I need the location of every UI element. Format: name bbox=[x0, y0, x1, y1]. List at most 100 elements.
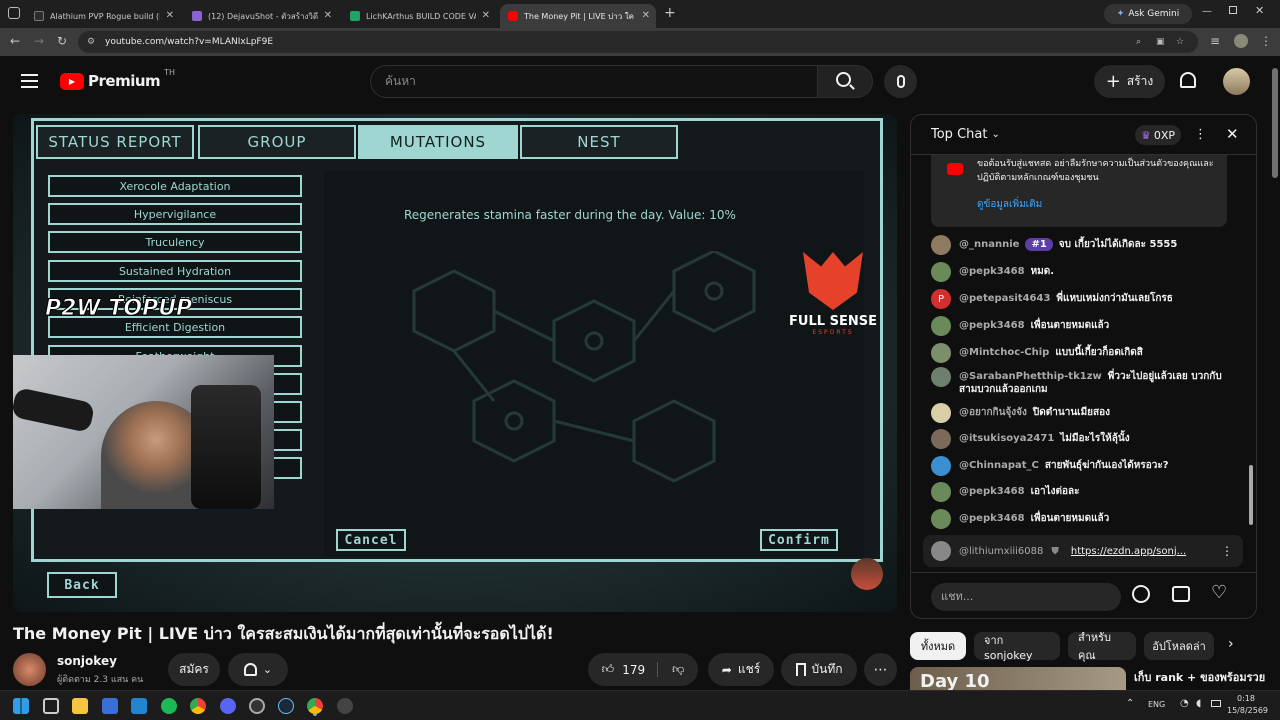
chat-avatar[interactable] bbox=[931, 367, 951, 387]
browser-tab-active[interactable]: The Money Pit | LIVE บ่าว ใครสะสม ✕ bbox=[500, 4, 656, 28]
obs-icon[interactable] bbox=[249, 698, 265, 714]
chat-avatar[interactable] bbox=[931, 262, 951, 282]
chat-message[interactable]: @pepk3468 เอาไงต่อละ bbox=[931, 482, 1231, 502]
tab-mutations[interactable]: MUTATIONS bbox=[358, 125, 518, 159]
heart-icon[interactable]: ♡ bbox=[1211, 582, 1227, 603]
youtube-logo[interactable]: ▶ Premium TH bbox=[60, 68, 175, 90]
chat-author[interactable]: @Chinnapat_C bbox=[959, 460, 1039, 471]
steam-icon[interactable] bbox=[278, 698, 294, 714]
chat-message[interactable]: P @petepasit4643 พี่แหบเหม่งกว่ามันเลยโกรธ bbox=[931, 289, 1231, 309]
reload-icon[interactable]: ↻ bbox=[57, 34, 67, 48]
zoom-icon[interactable]: ⌕ bbox=[1136, 31, 1141, 53]
chat-input[interactable]: แชท... bbox=[931, 583, 1121, 611]
chat-message[interactable]: @SarabanPhetthip-tk1zw พี่ววะไปอยู่แล้วเล… bbox=[931, 367, 1231, 396]
chat-message[interactable]: @อยากกินจุ้งจัง ปิดตำนานเมียสอง bbox=[931, 403, 1231, 423]
chrome-menu-icon[interactable]: ⋮ bbox=[1260, 34, 1272, 48]
chat-message[interactable]: @Chinnapat_C สายพันธุ์ฆ่ากันเองได้หรอวะ? bbox=[931, 456, 1231, 476]
url-field[interactable]: ⚙ youtube.com/watch?v=MLANIxLpF9E ⌕ ▣ ☆ bbox=[78, 31, 1198, 53]
emoji-icon[interactable] bbox=[1132, 585, 1150, 603]
chat-author[interactable]: @SarabanPhetthip-tk1zw bbox=[959, 371, 1102, 382]
cancel-button[interactable]: Cancel bbox=[336, 529, 406, 551]
chat-message[interactable]: @pepk3468 เพื่อนตายหมดแล้ว bbox=[931, 316, 1231, 336]
chat-more-icon[interactable]: ⋮ bbox=[1194, 127, 1207, 142]
bookmark-star-icon[interactable]: ☆ bbox=[1176, 31, 1184, 53]
channel-avatar[interactable] bbox=[13, 653, 46, 686]
share-button[interactable]: ➦ แชร์ bbox=[708, 653, 774, 686]
channel-name[interactable]: sonjokey bbox=[57, 654, 117, 668]
file-explorer-icon[interactable] bbox=[72, 698, 88, 714]
save-button[interactable]: บันทึก bbox=[781, 653, 857, 686]
reading-list-icon[interactable]: ≡ bbox=[1210, 34, 1220, 48]
chat-avatar[interactable] bbox=[931, 429, 951, 449]
page-scrollbar[interactable] bbox=[1270, 56, 1280, 690]
chat-avatar[interactable] bbox=[931, 456, 951, 476]
account-avatar[interactable] bbox=[1223, 68, 1250, 95]
game-app-icon[interactable] bbox=[337, 698, 353, 714]
hamburger-menu-icon[interactable] bbox=[21, 74, 38, 88]
chat-author[interactable]: @Mintchoc-Chip bbox=[959, 347, 1049, 358]
browser-tab[interactable]: (12) DejavuShot - ตัวสร้างวิดีโอ - ✕ bbox=[184, 4, 338, 28]
chat-author[interactable]: @pepk3468 bbox=[959, 513, 1025, 524]
back-button[interactable]: Back bbox=[47, 572, 117, 598]
chat-message[interactable]: @Mintchoc-Chip แบบนี้เกี้ยวก็อดเกิดสิ bbox=[931, 343, 1231, 363]
battery-icon[interactable] bbox=[1211, 700, 1221, 707]
search-input[interactable]: ค้นหา bbox=[370, 65, 817, 98]
tab-close-icon[interactable]: ✕ bbox=[642, 10, 650, 21]
discord-icon[interactable] bbox=[220, 698, 236, 714]
install-icon[interactable]: ▣ bbox=[1156, 31, 1165, 53]
voice-search-button[interactable] bbox=[884, 65, 917, 98]
chat-avatar[interactable] bbox=[931, 509, 951, 529]
search-button[interactable] bbox=[817, 65, 873, 98]
pinned-message[interactable]: @lithiumxiii6088 ⛊ https://ezdn.app/sonj… bbox=[923, 535, 1243, 567]
tab-close-icon[interactable]: ✕ bbox=[324, 10, 332, 21]
chat-author[interactable]: @pepk3468 bbox=[959, 266, 1025, 277]
chrome-active-icon[interactable] bbox=[307, 698, 323, 714]
chat-author[interactable]: @pepk3468 bbox=[959, 320, 1025, 331]
tab-search-icon[interactable] bbox=[8, 7, 20, 19]
chat-author[interactable]: @itsukisoya2471 bbox=[959, 433, 1054, 444]
chat-author[interactable]: @petepasit4643 bbox=[959, 293, 1050, 304]
pinned-link[interactable]: https://ezdn.app/sonj... bbox=[1071, 546, 1186, 557]
chat-avatar[interactable] bbox=[931, 316, 951, 336]
new-tab-icon[interactable]: + bbox=[664, 5, 676, 21]
chat-message[interactable]: @pepk3468 หมด. bbox=[931, 262, 1231, 282]
forward-arrow-icon[interactable]: → bbox=[34, 34, 44, 48]
window-close-icon[interactable]: ✕ bbox=[1255, 4, 1264, 17]
super-chat-icon[interactable] bbox=[1172, 586, 1190, 602]
spotify-icon[interactable] bbox=[161, 698, 177, 714]
browser-tab[interactable]: LichKArthus BUILD CODE VAUL ✕ bbox=[342, 4, 496, 28]
chat-message[interactable]: @_nnannie #1 จบ เกี้ยวไม่ได้เกิดละ 5555 bbox=[931, 235, 1231, 255]
language-indicator[interactable]: ENG bbox=[1148, 700, 1165, 709]
tab-nest[interactable]: NEST bbox=[520, 125, 678, 159]
mutation-item[interactable]: Hypervigilance bbox=[48, 203, 302, 225]
mutation-item[interactable]: Truculency bbox=[48, 231, 302, 253]
subscribe-button[interactable]: สมัคร bbox=[168, 653, 220, 686]
confirm-button[interactable]: Confirm bbox=[760, 529, 838, 551]
chat-close-icon[interactable]: ✕ bbox=[1226, 125, 1239, 143]
chat-message[interactable]: @pepk3468 เพื่อนตายหมดแล้ว bbox=[931, 509, 1231, 529]
tray-chevron-icon[interactable]: ⌃ bbox=[1126, 698, 1134, 709]
chat-message[interactable]: @itsukisoya2471 ไม่มีอะไรให้ลุ้นั้ง bbox=[931, 429, 1231, 449]
volume-icon[interactable]: ◖ bbox=[1196, 698, 1201, 709]
pinned-more-icon[interactable]: ⋮ bbox=[1221, 544, 1233, 558]
chat-author[interactable]: @อยากกินจุ้งจัง bbox=[959, 407, 1027, 418]
profile-avatar-icon[interactable] bbox=[1234, 34, 1248, 48]
store-icon[interactable] bbox=[102, 698, 118, 714]
like-button[interactable]: 👍︎ 179 bbox=[602, 662, 659, 677]
tab-group[interactable]: GROUP bbox=[198, 125, 356, 159]
chip-for-you[interactable]: สำหรับคุณ bbox=[1068, 631, 1136, 662]
ask-gemini-button[interactable]: ✦ Ask Gemini bbox=[1104, 4, 1192, 24]
chip-from-channel[interactable]: จาก sonjokey bbox=[974, 632, 1060, 662]
site-info-icon[interactable]: ⚙ bbox=[87, 31, 95, 53]
wifi-icon[interactable]: ◔ bbox=[1180, 698, 1189, 709]
browser-tab[interactable]: Alathium PVP Rogue build (Ran ✕ bbox=[26, 4, 180, 28]
thumbs-down-icon[interactable]: 👎︎ bbox=[664, 662, 684, 677]
mutation-item[interactable]: Xerocole Adaptation bbox=[48, 175, 302, 197]
chrome-icon[interactable] bbox=[190, 698, 206, 714]
tab-status-report[interactable]: STATUS REPORT bbox=[36, 125, 194, 159]
chat-avatar[interactable] bbox=[931, 343, 951, 363]
chat-author[interactable]: @_nnannie bbox=[959, 239, 1019, 250]
chip-recent-uploads[interactable]: อัปโหลดล่า bbox=[1144, 632, 1214, 660]
chat-avatar[interactable] bbox=[931, 235, 951, 255]
chip-all[interactable]: ทั้งหมด bbox=[910, 632, 966, 660]
